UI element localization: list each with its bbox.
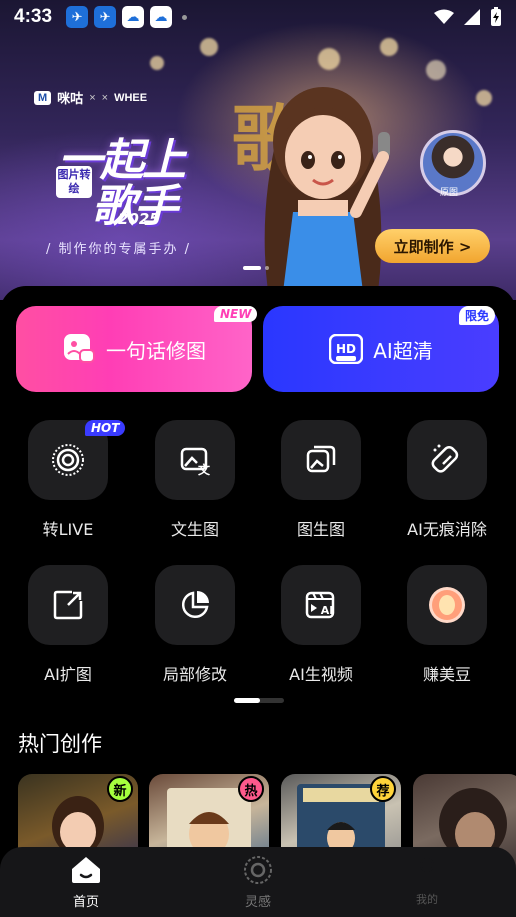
new-tag-badge: 新 (107, 776, 133, 802)
tools-pager (234, 698, 284, 703)
tool-earn-beans-label: 赚美豆 (422, 665, 471, 684)
bokeh-light (150, 56, 164, 70)
image-to-image-icon (281, 420, 361, 500)
bird-app-icon: ✈ (94, 6, 117, 28)
nav-profile-label: 我的 (416, 893, 438, 906)
nav-profile[interactable]: 我的 (387, 855, 467, 907)
status-bar: 4:33 ✈ ✈ ☁ ☁ (0, 0, 516, 34)
tool-ai-video[interactable]: AI AI生视频 (266, 565, 376, 685)
cloud-app-icon: ☁ (122, 6, 145, 28)
nav-inspiration[interactable]: 灵感 (218, 855, 298, 910)
tool-ai-expand[interactable]: AI扩图 (13, 565, 123, 685)
text-to-image-icon: 文 (155, 420, 235, 500)
hot-tag-badge: 热 (238, 776, 264, 802)
home-icon (72, 857, 100, 883)
tool-live-photo[interactable]: 转LIVE HOT (13, 420, 126, 540)
tool-ai-eraser[interactable]: AI无痕消除 (392, 420, 502, 540)
bokeh-light (380, 38, 398, 56)
recommend-tag-badge: 荐 (370, 776, 396, 802)
bird-app-icon: ✈ (66, 6, 89, 28)
signal-icon (464, 9, 480, 25)
hot-badge: HOT (85, 420, 126, 436)
inspiration-icon (244, 856, 272, 884)
nav-home[interactable]: 首页 (46, 855, 126, 910)
photo-chat-icon (62, 332, 96, 366)
new-badge: NEW (214, 306, 258, 322)
hd-ultra-icon: HD (329, 332, 364, 366)
tool-image-to-image[interactable]: 图生图 (266, 420, 376, 540)
partner-separator: × (89, 91, 96, 104)
tool-image-to-image-label: 图生图 (296, 520, 345, 539)
migu-logo-icon: M (34, 90, 52, 105)
tool-text-to-image[interactable]: 文 文生图 (140, 420, 250, 540)
tool-ai-expand-label: AI扩图 (44, 665, 92, 684)
bokeh-light (200, 38, 218, 56)
tool-text-to-image-label: 文生图 (170, 520, 219, 539)
one-sentence-edit-label: 一句话修图 (106, 338, 206, 363)
make-now-button[interactable]: 立即制作 > (375, 229, 490, 263)
partner-logos: M 咪咕 × × WHEE (34, 88, 147, 107)
tool-earn-beans[interactable]: 赚美豆 (392, 565, 502, 685)
banner-pagination (243, 266, 269, 270)
tool-ai-eraser-label: AI无痕消除 (407, 520, 487, 539)
free-badge: 限免 (459, 306, 496, 325)
expand-image-icon (28, 565, 108, 645)
tool-ai-video-label: AI生视频 (289, 665, 353, 684)
svg-text:HD: HD (336, 342, 356, 356)
ai-super-resolution-label: AI超清 (373, 338, 433, 363)
svg-text:AI: AI (321, 604, 334, 617)
bokeh-light (426, 60, 446, 80)
tool-partial-edit[interactable]: 局部修改 (140, 565, 250, 685)
nav-inspiration-label: 灵感 (244, 895, 271, 910)
hot-creations-title: 热门创作 (18, 732, 102, 756)
svg-text:文: 文 (198, 462, 211, 477)
hero-banner[interactable]: 歌手 4:33 ✈ ✈ ☁ ☁ M 咪咕 × × WHEE 一起上 (0, 0, 516, 300)
eraser-icon (407, 420, 487, 500)
whee-logo: WHEE (114, 91, 148, 104)
partner-separator: × (101, 91, 109, 104)
notification-dot-icon (182, 14, 188, 20)
original-photo-label: 原图 (440, 188, 459, 198)
banner-slogan-tag: 图片转绘 (56, 166, 92, 198)
banner-dot (265, 266, 269, 270)
bean-coin-icon (407, 565, 487, 645)
tool-live-photo-label: 转LIVE (42, 520, 94, 539)
wifi-icon (434, 9, 454, 24)
bottom-navigation: 首页 灵感 我的 (0, 847, 516, 917)
banner-year: 2025 (118, 210, 160, 228)
nav-home-label: 首页 (72, 895, 99, 910)
banner-dot-active (243, 266, 261, 270)
status-time: 4:33 (14, 6, 53, 27)
tools-pager-indicator (234, 698, 260, 703)
tool-partial-edit-label: 局部修改 (162, 665, 227, 684)
partial-edit-icon (155, 565, 235, 645)
partner-brand: 咪咕 (57, 91, 84, 106)
profile-icon (420, 858, 434, 872)
ai-video-icon: AI (281, 565, 361, 645)
bokeh-light (476, 90, 492, 106)
cloud-app-icon: ☁ (150, 6, 173, 28)
banner-subtitle: / 制作你的专属手办 / (46, 242, 192, 257)
battery-icon (491, 7, 501, 26)
